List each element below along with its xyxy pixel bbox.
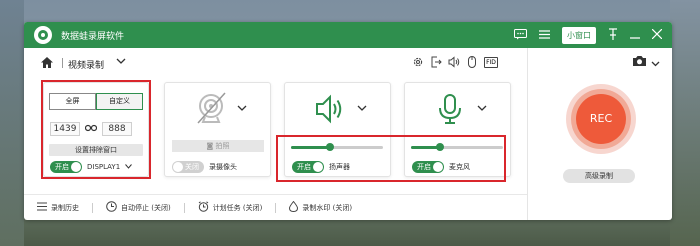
chat-icon[interactable] [514,28,527,42]
rec-button-ring: REC [566,84,636,154]
mode-chevron-down-icon[interactable] [116,57,126,68]
screenshot-control[interactable] [632,55,660,70]
speaker-icon[interactable] [448,56,460,68]
webcam-device-label: 录摄像头 [209,163,237,171]
highlight-screen-panel [41,80,151,179]
rec-button[interactable]: REC [576,94,626,144]
fid-icon[interactable]: FID [484,56,498,68]
advanced-record-button[interactable]: 高级录制 [563,169,635,183]
mode-toolbar: 视频录制 FID [24,48,524,78]
rec-button-halo: REC [571,89,631,149]
speaker-large-icon [313,92,347,126]
pin-icon[interactable] [608,28,618,42]
auto-stop-link[interactable]: 自动停止 (关闭) [106,201,171,215]
bottom-separator [275,203,277,213]
camera-icon[interactable] [632,55,647,70]
list-icon [37,202,47,214]
minimize-icon[interactable] [630,29,640,41]
app-title: 数据蛙录屏软件 [61,31,125,42]
mouse-icon[interactable] [466,56,478,68]
webcam-icon [195,90,231,126]
microphone-chevron-down-icon[interactable] [477,101,487,115]
desktop-background-right [670,0,700,246]
bottom-bar: 录制历史 自动停止 (关闭) 计划任务 (关闭) 录制水印 (关闭) [24,198,527,218]
speaker-chevron-down-icon[interactable] [357,101,367,115]
auto-stop-label: 自动停止 (关闭) [121,204,171,212]
desktop-background-left [0,0,24,246]
toolbar-divider [62,58,63,68]
recording-mode-label[interactable]: 视频录制 [68,58,104,71]
webcam-chevron-down-icon[interactable] [237,101,247,115]
webcam-toggle-row: 关闭 录摄像头 [172,161,237,173]
photo-label: 拍照 [215,142,230,150]
water-drop-icon [289,200,299,215]
schedule-link[interactable]: 计划任务 (关闭) [198,201,263,215]
schedule-label: 计划任务 (关闭) [212,204,263,212]
history-link[interactable]: 录制历史 [37,202,79,214]
screenshot-chevron-down-icon[interactable] [651,56,660,70]
mini-window-button[interactable]: 小窗口 [562,26,596,44]
history-label: 录制历史 [51,204,79,212]
app-logo-icon [34,26,52,44]
alarm-clock-icon [198,201,209,215]
export-icon[interactable] [430,56,442,68]
bottom-separator [183,203,185,213]
close-icon[interactable] [651,28,663,41]
bottom-divider [24,194,527,195]
titlebar-controls: 小窗口 [514,22,663,48]
watermark-link[interactable]: 录制水印 (关闭) [289,200,353,215]
photo-button[interactable]: ◙ 拍照 [172,140,264,152]
microphone-large-icon [433,92,467,126]
bottom-separator [92,203,93,213]
gear-icon[interactable] [412,56,424,68]
watermark-label: 录制水印 (关闭) [302,204,353,212]
clock-icon [106,201,117,215]
menu-icon[interactable] [539,29,550,41]
app-window: 数据蛙录屏软件 小窗口 视频录制 FID 全屏 自定义 1439 888 设置排… [24,22,672,220]
highlight-audio-controls [276,135,506,182]
home-icon[interactable] [40,56,54,69]
webcam-toggle[interactable]: 关闭 [172,161,204,173]
record-area: REC 高级录制 [527,48,672,220]
webcam-panel: ◙ 拍照 关闭 录摄像头 [164,82,271,177]
camera-small-icon: ◙ [206,142,216,150]
tool-icons: FID [412,56,498,68]
titlebar: 数据蛙录屏软件 小窗口 [24,22,672,48]
